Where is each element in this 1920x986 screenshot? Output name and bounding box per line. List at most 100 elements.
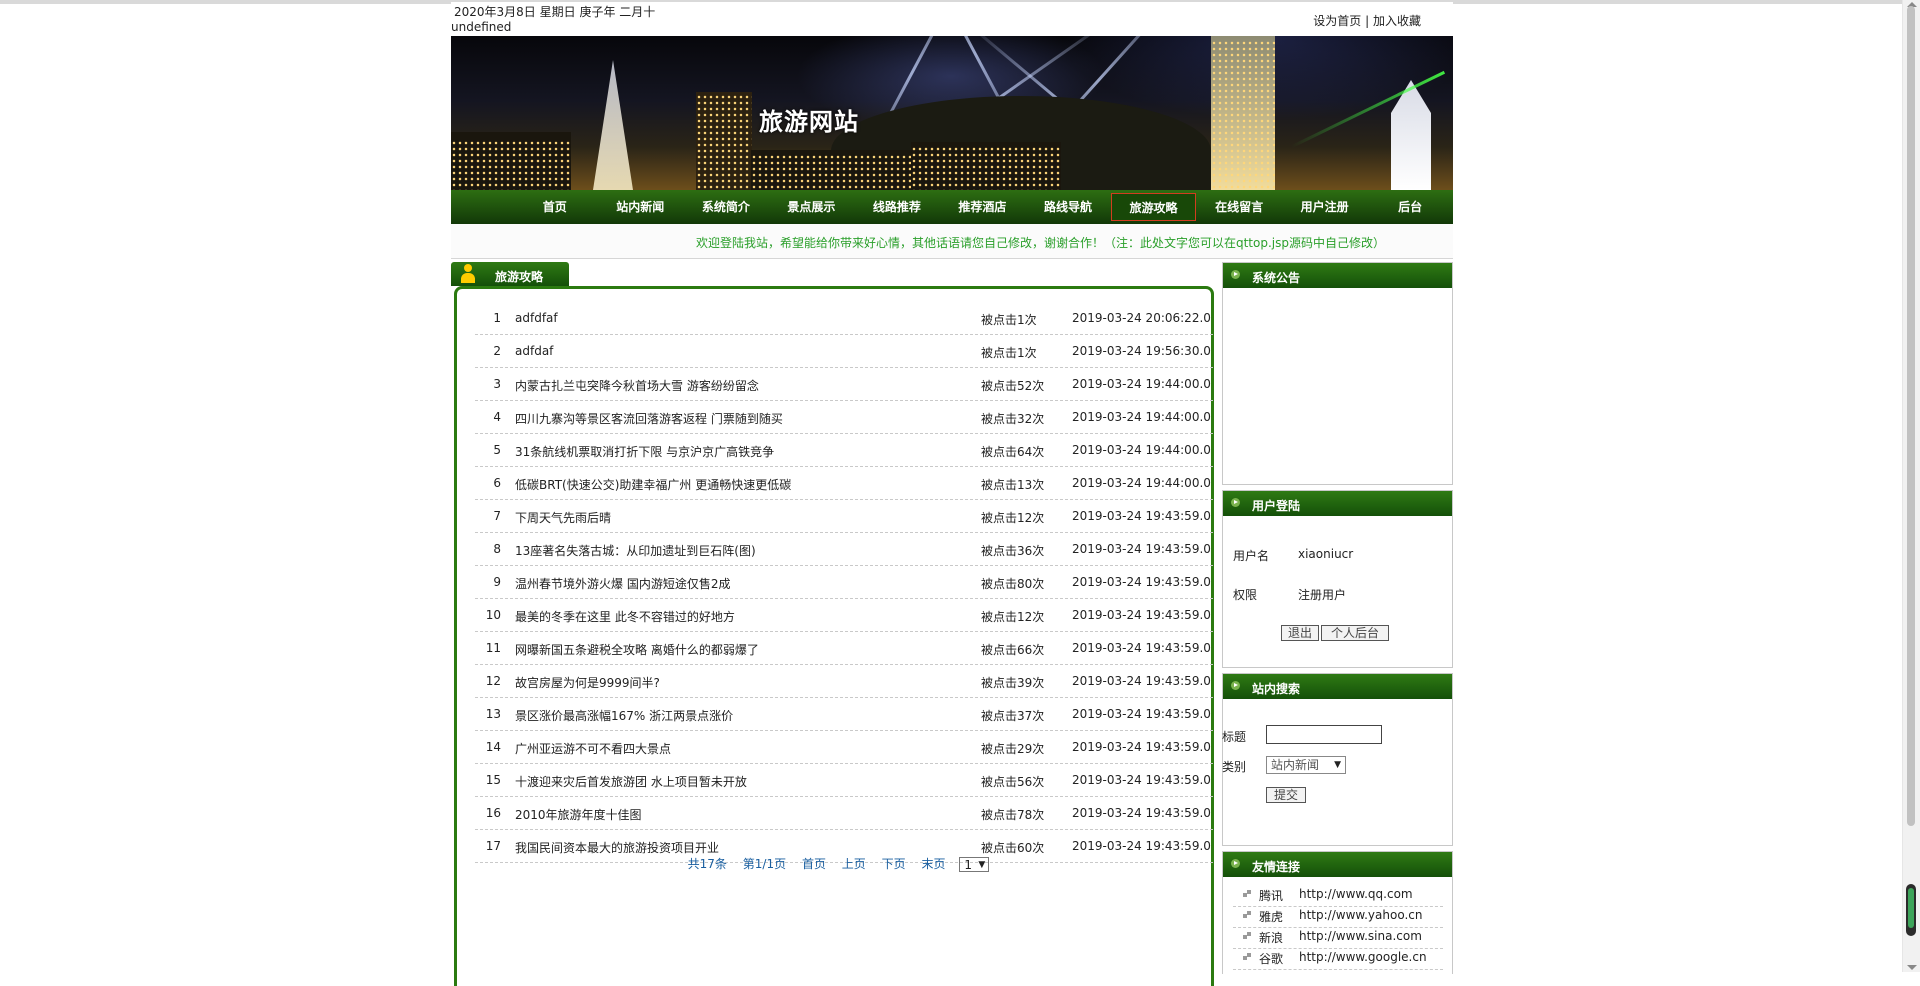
article-clicks: 被点击39次 xyxy=(981,676,1045,690)
top-links: 设为首页 | 加入收藏 xyxy=(1313,12,1421,29)
nav-item-system-intro[interactable]: 系统简介 xyxy=(683,193,769,221)
article-date: 2019-03-24 19:44:00.0 xyxy=(1072,410,1211,424)
logout-button[interactable]: 退出 xyxy=(1281,625,1319,641)
article-row: 12 故宫房屋为何是9999间半? 被点击39次 2019-03-24 19:43:5… xyxy=(475,665,1213,698)
article-row: 8 13座著名失落古城：从印加遗址到巨石阵(图) 被点击36次 2019-03-24 … xyxy=(475,533,1213,566)
arrow-bullet-icon xyxy=(1231,859,1240,868)
pagination-first[interactable]: 首页 xyxy=(802,857,826,871)
user-icon xyxy=(459,264,477,284)
article-title-link[interactable]: adfdaf xyxy=(515,344,553,358)
welcome-bar: 欢迎登陆我站，希望能给你带来好心情，其他话语请您自己修改，谢谢合作！（注：此处文… xyxy=(451,224,1453,259)
link-bullet-icon xyxy=(1243,953,1251,961)
search-header: 站内搜索 xyxy=(1223,674,1452,699)
pagination-next[interactable]: 下页 xyxy=(882,857,906,871)
profile-button[interactable]: 个人后台 xyxy=(1321,625,1389,641)
article-clicks: 被点击37次 xyxy=(981,709,1045,723)
search-category-value: 站内新闻 xyxy=(1271,758,1320,772)
search-category-select[interactable]: 站内新闻 ▼ xyxy=(1266,756,1346,774)
article-number: 15 xyxy=(485,773,501,787)
article-date: 2019-03-24 19:56:30.0 xyxy=(1072,344,1211,358)
friend-links-header: 友情连接 xyxy=(1223,852,1452,877)
article-title-link[interactable]: 温州春节境外游火爆 国内游短途仅售2成 xyxy=(515,575,730,592)
friend-link-url[interactable]: http://www.sina.com xyxy=(1299,929,1422,943)
chevron-down-icon: ▼ xyxy=(978,860,986,870)
nav-item-travel-guide[interactable]: 旅游攻略 xyxy=(1110,193,1197,221)
article-clicks: 被点击80次 xyxy=(981,577,1045,591)
login-title: 用户登陆 xyxy=(1252,499,1301,513)
article-date: 2019-03-24 19:43:59.0 xyxy=(1072,575,1211,589)
article-title-link[interactable]: 13座著名失落古城：从印加遗址到巨石阵(图) xyxy=(515,542,756,559)
page-scrollbar[interactable] xyxy=(1902,0,1920,972)
article-row: 9 温州春节境外游火爆 国内游短途仅售2成 被点击80次 2019-03-24 19:… xyxy=(475,566,1213,599)
username-value: xiaoniucr xyxy=(1298,547,1354,561)
article-number: 13 xyxy=(485,707,501,721)
article-title-link[interactable]: 故宫房屋为何是9999间半? xyxy=(515,674,660,691)
nav-item-home[interactable]: 首页 xyxy=(512,193,598,221)
set-home-link[interactable]: 设为首页 xyxy=(1313,14,1361,28)
page-select[interactable]: 1 ▼ xyxy=(959,857,990,872)
article-date: 2019-03-24 19:43:59.0 xyxy=(1072,509,1211,523)
nav-item-guestbook[interactable]: 在线留言 xyxy=(1196,193,1282,221)
article-title-link[interactable]: 31条航线机票取消打折下限 与京沪京广高铁竞争 xyxy=(515,443,774,460)
article-clicks: 被点击56次 xyxy=(981,775,1045,789)
friend-link-url[interactable]: http://www.qq.com xyxy=(1299,887,1413,901)
main-content: 旅游攻略 1 adfdfaf 被点击1次 2019-03-24 20:06:22.0 2… xyxy=(451,262,1218,986)
article-clicks: 被点击60次 xyxy=(981,841,1045,855)
nav-item-register[interactable]: 用户注册 xyxy=(1282,193,1368,221)
article-title-link[interactable]: 网曝新国五条避税全攻略 离婚什么的都弱爆了 xyxy=(515,641,759,658)
nav-item-route-nav[interactable]: 路线导航 xyxy=(1025,193,1111,221)
article-title-link[interactable]: 广州亚运游不可不看四大景点 xyxy=(515,740,671,757)
link-bullet-icon xyxy=(1243,932,1251,940)
article-row: 4 四川九寨沟等景区客流回落游客返程 门票随到随买 被点击32次 2019-03-24… xyxy=(475,401,1213,434)
section-tab: 旅游攻略 xyxy=(451,262,569,286)
article-list: 1 adfdfaf 被点击1次 2019-03-24 20:06:22.0 2 adfda… xyxy=(475,302,1213,863)
notice-panel: 系统公告 xyxy=(1222,262,1453,485)
article-row: 15 十渡迎来灾后首发旅游团 水上项目暂未开放 被点击56次 2019-03-24 1… xyxy=(475,764,1213,797)
add-favorite-link[interactable]: 加入收藏 xyxy=(1373,14,1421,28)
article-date: 2019-03-24 19:43:59.0 xyxy=(1072,608,1211,622)
pagination-last[interactable]: 末页 xyxy=(921,857,945,871)
article-title-link[interactable]: 四川九寨沟等景区客流回落游客返程 门票随到随买 xyxy=(515,410,783,427)
notice-title: 系统公告 xyxy=(1252,271,1301,285)
chevron-down-icon: ▼ xyxy=(1334,760,1341,770)
article-title-link[interactable]: 最美的冬季在这里 此冬不容错过的好地方 xyxy=(515,608,735,625)
article-date: 2019-03-24 19:43:59.0 xyxy=(1072,806,1211,820)
arrow-bullet-icon xyxy=(1231,498,1240,507)
search-title-input[interactable] xyxy=(1266,725,1382,744)
article-row: 5 31条航线机票取消打折下限 与京沪京广高铁竞争 被点击64次 2019-03-24… xyxy=(475,434,1213,467)
pagination-prev[interactable]: 上页 xyxy=(842,857,866,871)
article-number: 6 xyxy=(493,476,501,490)
nav-item-route-recommend[interactable]: 线路推荐 xyxy=(854,193,940,221)
article-number: 11 xyxy=(485,641,501,655)
article-clicks: 被点击12次 xyxy=(981,610,1045,624)
nav-item-attractions[interactable]: 景点展示 xyxy=(769,193,855,221)
top-links-separator: | xyxy=(1365,14,1370,28)
article-title-link[interactable]: 内蒙古扎兰屯突降今秋首场大雪 游客纷纷留念 xyxy=(515,377,759,394)
article-title-link[interactable]: 景区涨价最高涨幅167% 浙江两景点涨价 xyxy=(515,707,733,724)
section-tab-label: 旅游攻略 xyxy=(495,270,544,284)
article-title-link[interactable]: adfdfaf xyxy=(515,311,558,325)
search-submit-button[interactable]: 提交 xyxy=(1266,787,1306,803)
friend-link-url[interactable]: http://www.yahoo.cn xyxy=(1299,908,1422,922)
page-container: 2020年3月8日 星期日 庚子年 二月十 undefined 设为首页 | 加… xyxy=(451,2,1453,986)
banner-city-lights xyxy=(911,146,1061,190)
article-title-link[interactable]: 2010年旅游年度十佳图 xyxy=(515,806,642,823)
article-title-link[interactable]: 十渡迎来灾后首发旅游团 水上项目暂未开放 xyxy=(515,773,747,790)
scroll-down-icon[interactable] xyxy=(1907,965,1917,970)
article-title-link[interactable]: 下周天气先雨后晴 xyxy=(515,509,611,526)
article-row: 3 内蒙古扎兰屯突降今秋首场大雪 游客纷纷留念 被点击52次 2019-03-24 1… xyxy=(475,368,1213,401)
article-number: 12 xyxy=(485,674,501,688)
article-clicks: 被点击12次 xyxy=(981,511,1045,525)
article-row: 1 adfdfaf 被点击1次 2019-03-24 20:06:22.0 xyxy=(475,302,1213,335)
nav-item-hotels[interactable]: 推荐酒店 xyxy=(940,193,1026,221)
article-clicks: 被点击78次 xyxy=(981,808,1045,822)
article-title-link[interactable]: 低碳BRT(快速公交)助建幸福广州 更通畅快速更低碳 xyxy=(515,476,791,493)
nav-item-admin[interactable]: 后台 xyxy=(1367,193,1453,221)
article-clicks: 被点击1次 xyxy=(981,313,1037,327)
scrollbar-track[interactable] xyxy=(1907,6,1915,826)
friend-link-url[interactable]: http://www.google.cn xyxy=(1299,950,1427,964)
nav-item-site-news[interactable]: 站内新闻 xyxy=(598,193,684,221)
article-date: 2019-03-24 19:43:59.0 xyxy=(1072,542,1211,556)
article-number: 5 xyxy=(493,443,501,457)
article-title-link[interactable]: 我国民间资本最大的旅游投资项目开业 xyxy=(515,839,719,856)
